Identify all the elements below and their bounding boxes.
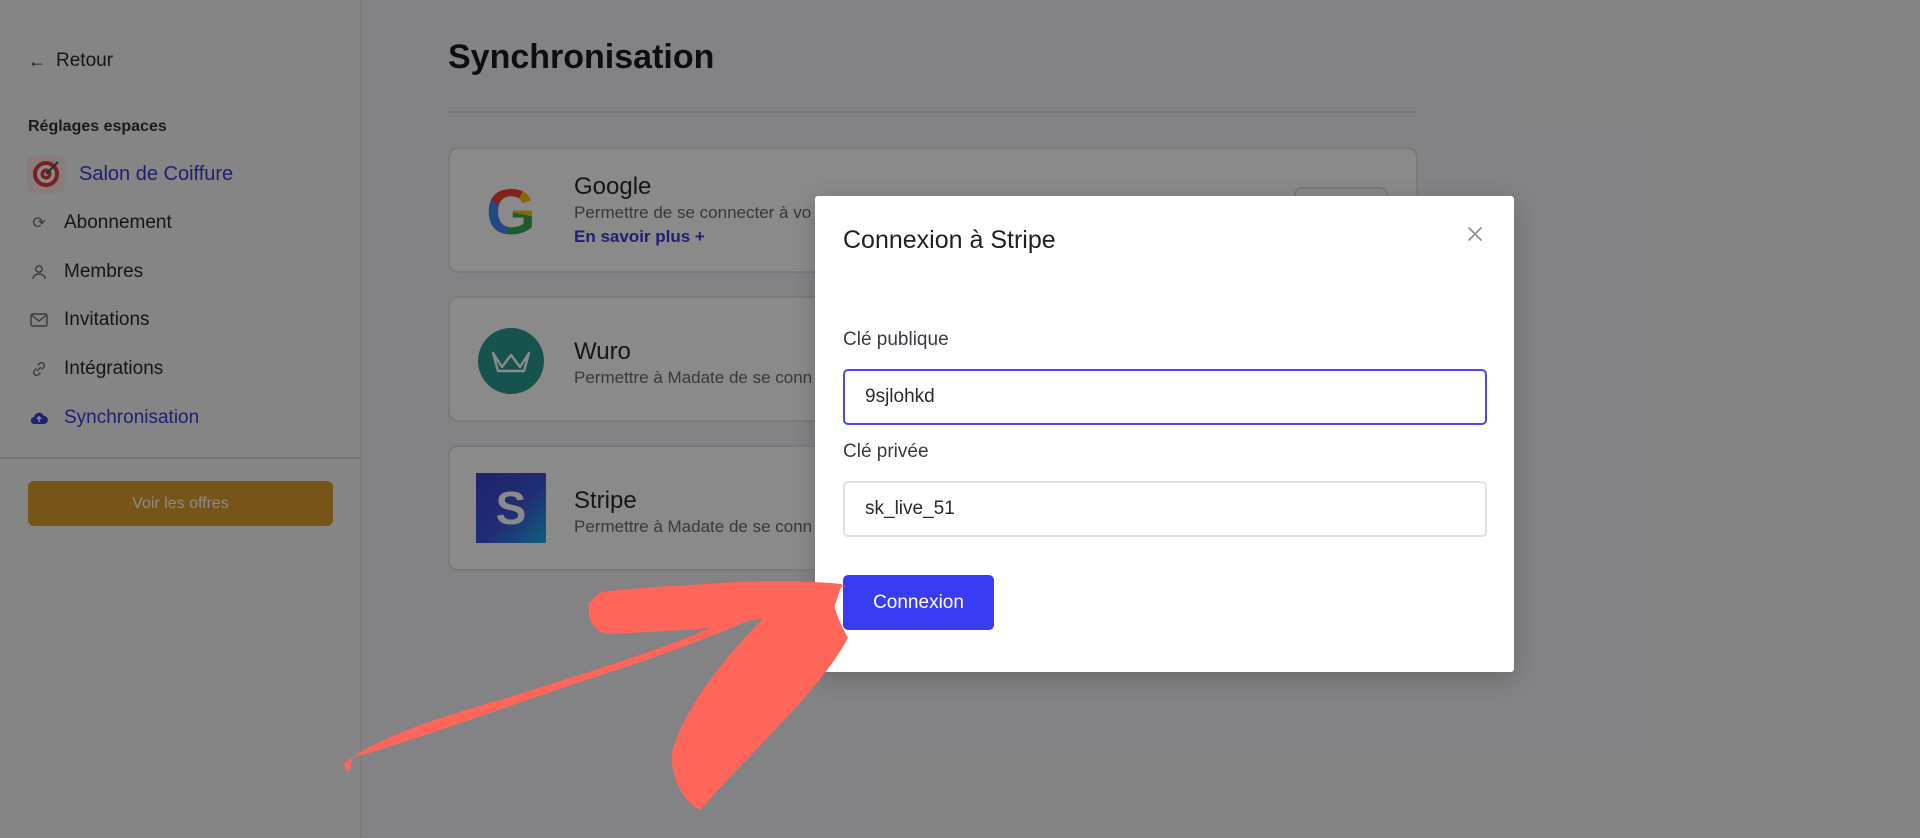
public-key-label: Clé publique [843, 329, 949, 350]
private-key-label: Clé privée [843, 441, 929, 462]
private-key-input[interactable] [843, 481, 1487, 537]
stripe-connect-modal: Connexion à Stripe Clé publique Clé priv… [815, 196, 1514, 672]
modal-title: Connexion à Stripe [843, 226, 1056, 254]
public-key-input[interactable] [843, 369, 1487, 425]
close-icon[interactable] [1464, 224, 1486, 246]
connect-button[interactable]: Connexion [843, 575, 994, 630]
